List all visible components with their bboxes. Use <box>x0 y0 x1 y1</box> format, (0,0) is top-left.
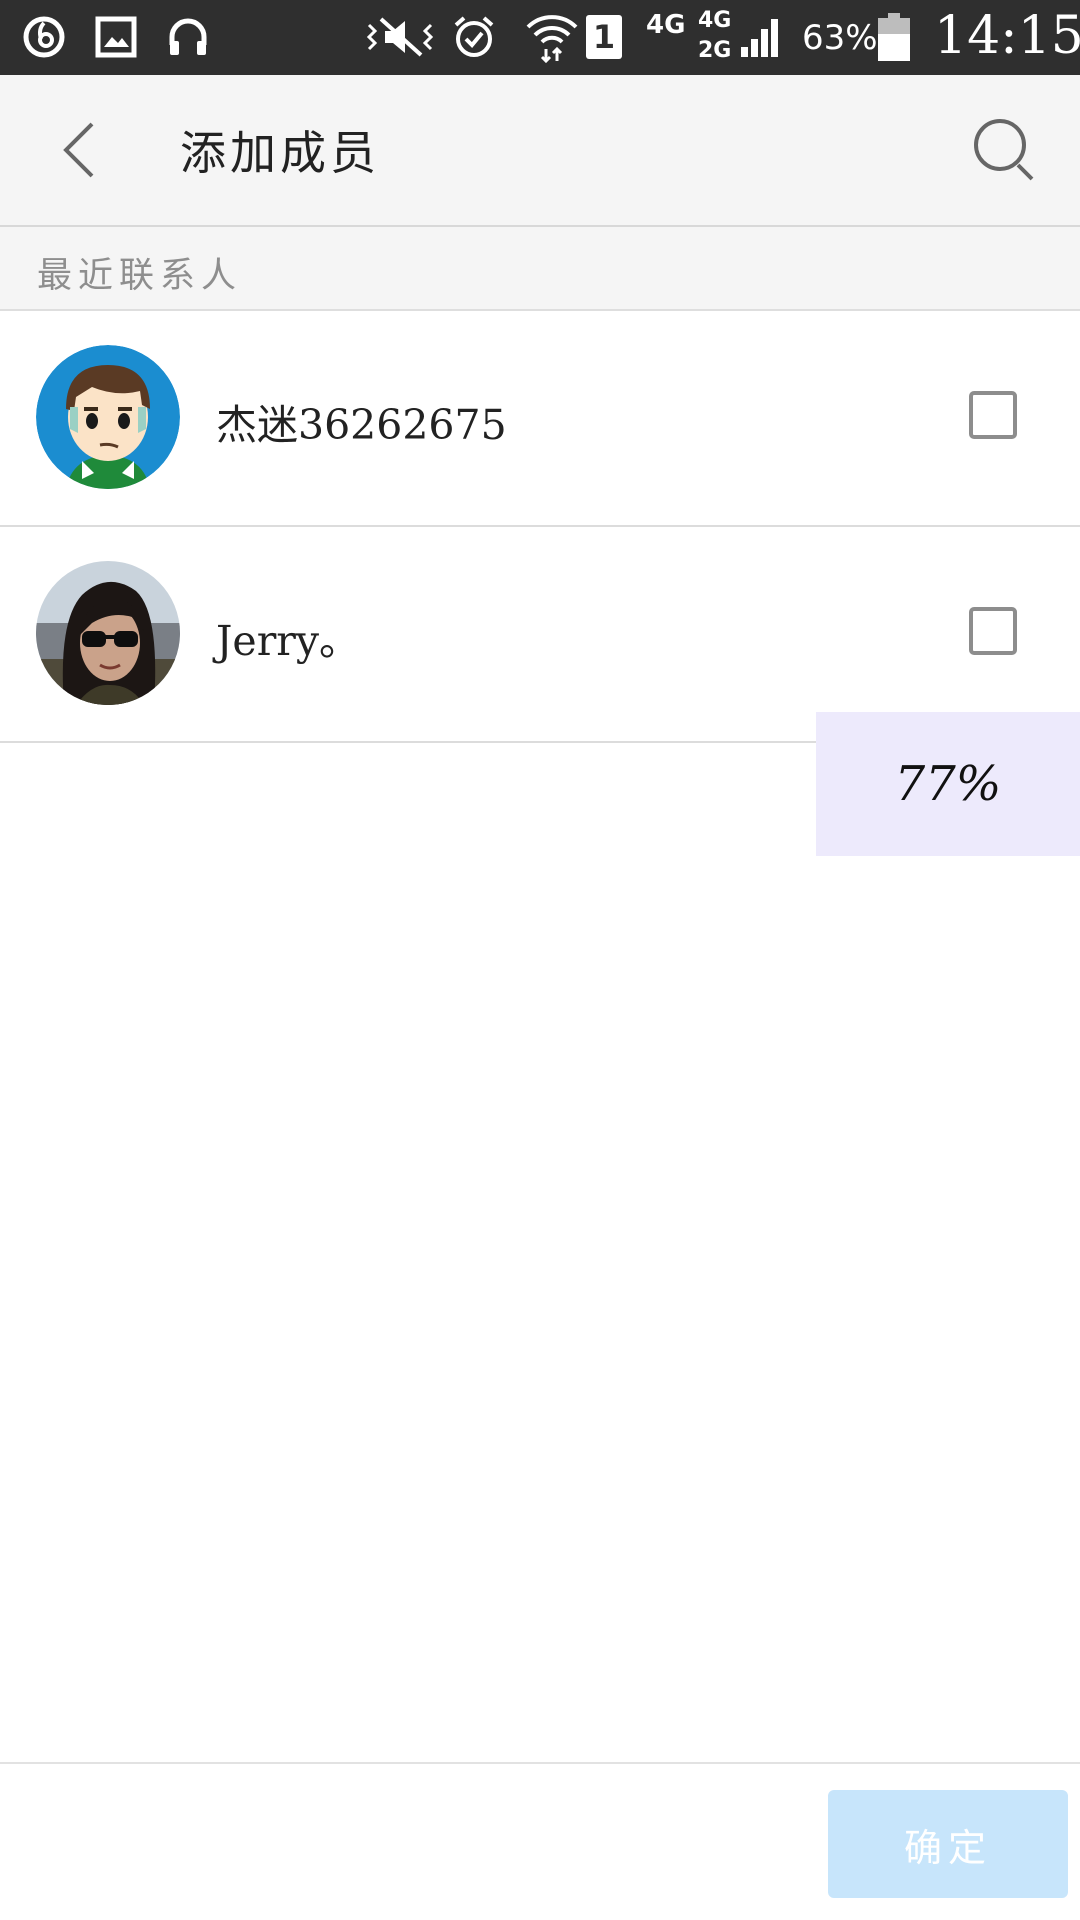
cartoon-boy-avatar <box>36 345 180 489</box>
battery-icon <box>876 12 912 62</box>
gallery-icon <box>90 12 142 62</box>
page-title: 添加成员 <box>180 126 380 180</box>
network-type-1: 4G <box>646 10 686 40</box>
contact-name: 杰迷36262675 <box>216 401 507 449</box>
contact-name: Jerry。 <box>216 617 361 665</box>
contact-row[interactable]: Jerry。 <box>0 527 1080 743</box>
netease-music-icon <box>18 12 70 62</box>
progress-percent: 77% <box>894 756 1002 812</box>
photo-girl-sunglasses-avatar <box>36 561 180 705</box>
contact-row[interactable]: 杰迷36262675 <box>0 311 1080 527</box>
progress-overlay: 77% <box>816 712 1080 856</box>
search-button[interactable] <box>970 115 1040 185</box>
signal-icon <box>738 12 784 62</box>
chevron-left-icon <box>63 122 94 178</box>
vibrate-mute-icon <box>364 12 436 62</box>
battery-percent: 63% <box>802 18 878 58</box>
search-icon <box>974 119 1034 181</box>
status-bar: 1 4G 4G 2G 63% 14:15 <box>0 0 1080 75</box>
headphones-icon <box>162 12 214 62</box>
bottom-bar: 确定 <box>0 1762 1080 1920</box>
contact-checkbox[interactable] <box>969 607 1017 655</box>
confirm-button[interactable]: 确定 <box>828 1790 1068 1898</box>
contact-checkbox[interactable] <box>969 391 1017 439</box>
confirm-label: 确定 <box>903 1825 992 1870</box>
status-time: 14:15 <box>934 6 1080 66</box>
network-type-2-top: 4G <box>698 8 732 33</box>
alarm-icon <box>446 12 502 62</box>
section-label-recent-contacts: 最近联系人 <box>37 256 243 296</box>
sim-number: 1 <box>592 18 616 56</box>
section-header: 最近联系人 <box>0 227 1080 311</box>
network-type-2-bottom: 2G <box>698 38 732 63</box>
battery-fill <box>878 34 910 61</box>
back-button[interactable] <box>50 120 110 180</box>
screen: 1 4G 4G 2G 63% 14:15 添加成员 最近联系人 杰迷362626… <box>0 0 1080 1920</box>
sim-1-icon: 1 <box>584 12 624 62</box>
wifi-icon <box>522 12 582 63</box>
title-bar: 添加成员 <box>0 75 1080 227</box>
